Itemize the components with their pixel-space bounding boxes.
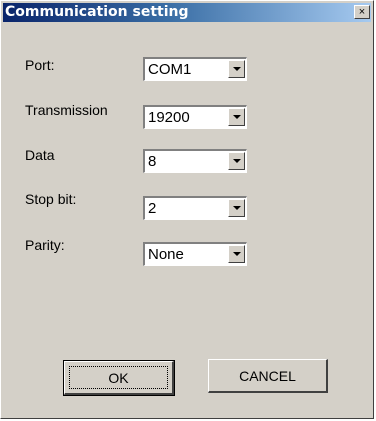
title-bar: Communication setting ×	[3, 3, 371, 22]
communication-setting-dialog: Communication setting × Port: COM1 Trans…	[0, 0, 374, 419]
dialog-title: Communication setting	[5, 4, 189, 20]
chevron-down-icon[interactable]	[228, 152, 245, 170]
transmission-label: Transmission	[25, 102, 108, 118]
focus-rect	[69, 366, 168, 389]
port-value: COM1	[148, 61, 192, 78]
chevron-down-icon[interactable]	[228, 199, 245, 217]
data-label: Data	[25, 147, 55, 163]
stop-bit-label: Stop bit:	[25, 191, 77, 207]
stop-bit-select[interactable]: 2	[143, 196, 247, 220]
data-select[interactable]: 8	[143, 149, 247, 173]
chevron-down-icon[interactable]	[228, 108, 245, 126]
parity-label: Parity:	[25, 237, 65, 253]
cancel-button-label: CANCEL	[239, 367, 296, 384]
ok-button[interactable]: OK	[63, 360, 175, 396]
port-select[interactable]: COM1	[143, 57, 247, 81]
transmission-select[interactable]: 19200	[143, 105, 247, 129]
close-icon: ×	[358, 6, 366, 18]
parity-value: None	[148, 246, 184, 263]
port-label: Port:	[25, 57, 55, 73]
transmission-value: 19200	[148, 109, 190, 126]
stop-bit-value: 2	[148, 200, 157, 217]
close-button[interactable]: ×	[354, 5, 370, 19]
data-value: 8	[148, 153, 157, 170]
chevron-down-icon[interactable]	[228, 245, 245, 263]
parity-select[interactable]: None	[143, 242, 247, 266]
chevron-down-icon[interactable]	[228, 60, 245, 78]
cancel-button[interactable]: CANCEL	[208, 359, 328, 393]
